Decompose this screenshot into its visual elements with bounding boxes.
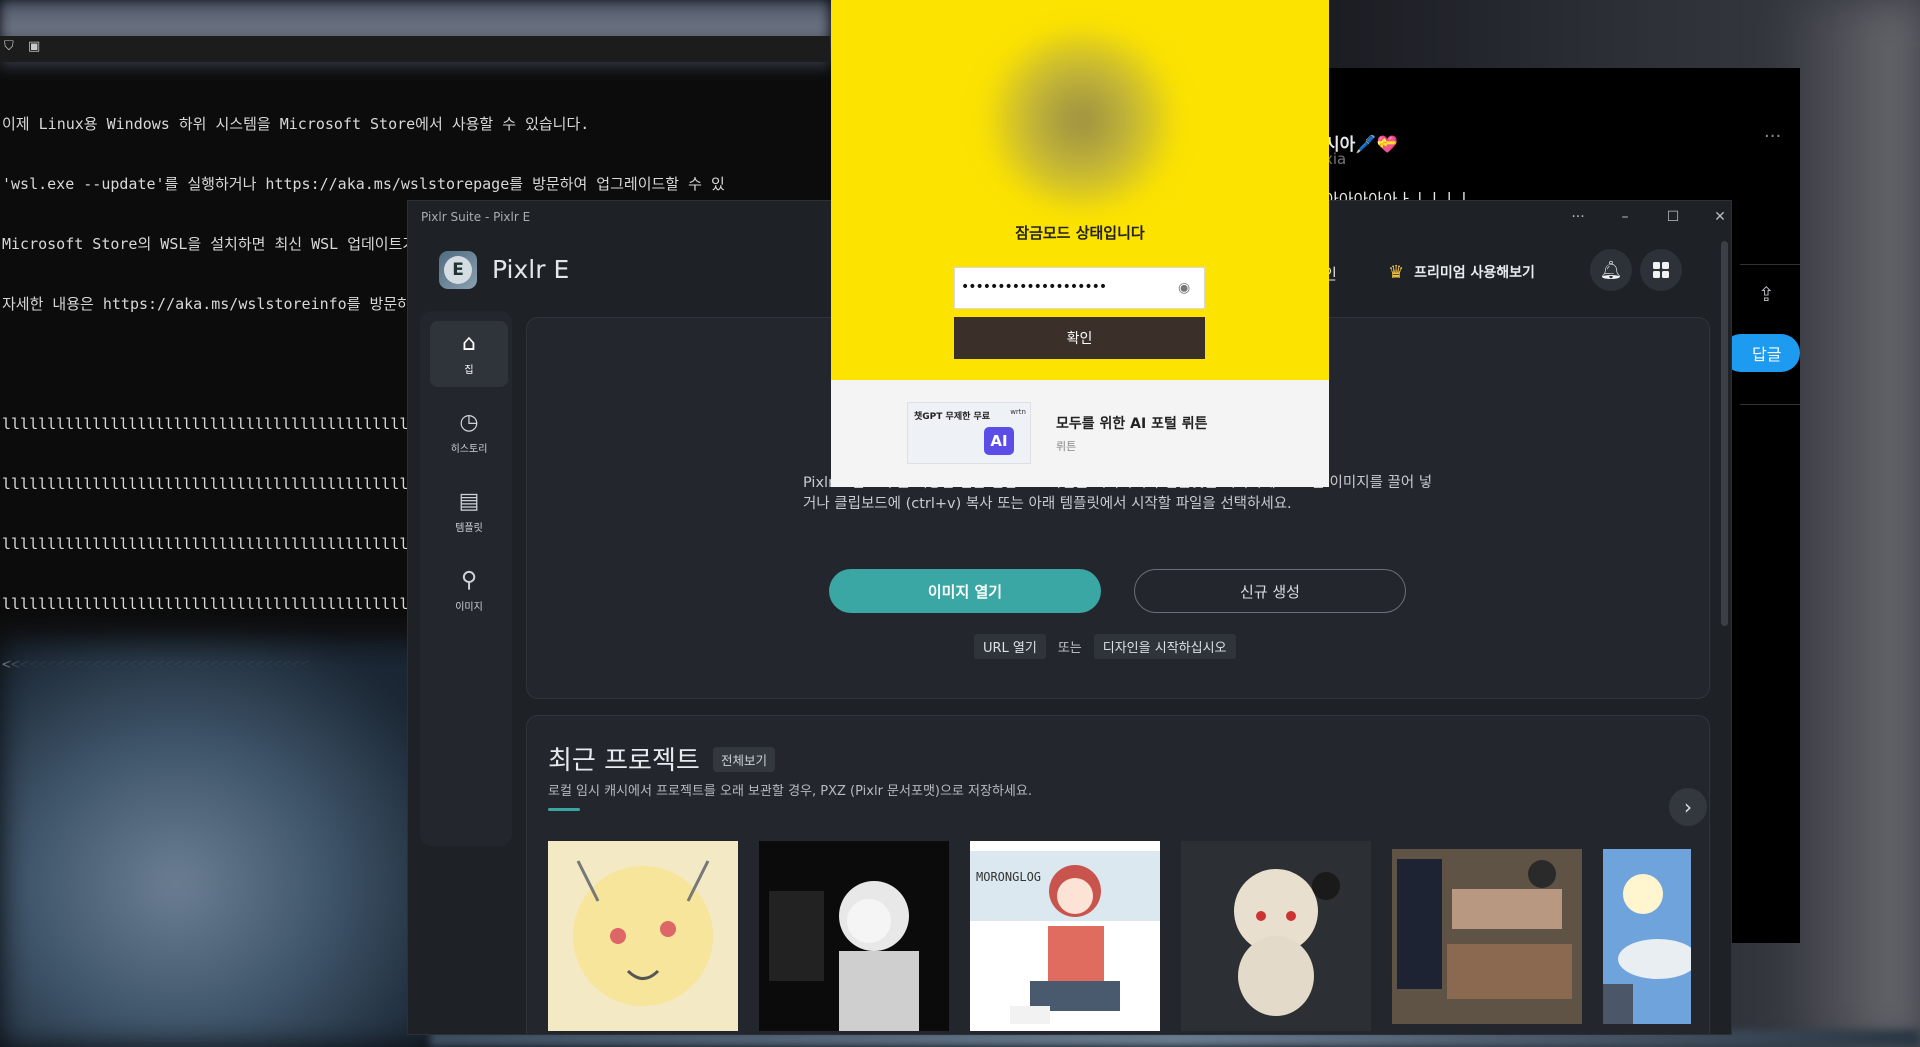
divider bbox=[1740, 264, 1800, 265]
sidebar-item-label: 이미지 bbox=[455, 602, 483, 613]
start-design-link[interactable]: 디자인을 시작하십시오 bbox=[1093, 633, 1236, 659]
svg-text:MORONGLOG: MORONGLOG bbox=[976, 870, 1041, 884]
scrollbar[interactable] bbox=[1721, 241, 1728, 626]
or-label: 또는 bbox=[1057, 640, 1082, 656]
logo-letter: E bbox=[444, 256, 472, 284]
tab-underline bbox=[548, 808, 580, 811]
blurred-avatar bbox=[981, 30, 1181, 210]
open-image-button[interactable]: 이미지 열기 bbox=[829, 569, 1101, 613]
ad-subtitle: 뤼튼 bbox=[1056, 440, 1077, 453]
password-input[interactable]: •••••••••••••••••••• ◉ bbox=[954, 267, 1205, 309]
ai-icon: AI bbox=[984, 427, 1014, 455]
home-icon: ⌂ bbox=[462, 331, 476, 356]
search-icon: ⚲ bbox=[460, 568, 478, 593]
sidebar-item-label: 히스토리 bbox=[450, 444, 488, 455]
apps-grid-icon[interactable] bbox=[1640, 249, 1682, 291]
blurred-desktop-bottom bbox=[0, 640, 440, 1047]
ad-brand: wrtn bbox=[1010, 408, 1026, 416]
upload-icon[interactable]: ⇪ bbox=[1758, 282, 1775, 306]
password-value: •••••••••••••••••••• bbox=[961, 279, 1107, 295]
reply-button[interactable]: 답글 bbox=[1722, 334, 1800, 372]
pixlr-logo[interactable]: E bbox=[439, 251, 477, 289]
thumbnail-image: MORONGLOG bbox=[970, 841, 1160, 1031]
ad-title: 모두를 위한 AI 포털 뤼튼 bbox=[1056, 416, 1208, 432]
ad-banner[interactable]: 챗GPT 무제한 무료 wrtn AI 모두를 위한 AI 포털 뤼튼 뤼튼 bbox=[831, 380, 1329, 487]
app-name: Pixlr E bbox=[492, 255, 570, 284]
window-title: Pixlr Suite - Pixlr E bbox=[421, 210, 531, 224]
project-thumbnail[interactable] bbox=[1181, 841, 1371, 1031]
lock-dialog-header: 잠금모드 상태입니다 •••••••••••••••••••• ◉ 확인 bbox=[831, 0, 1329, 380]
confirm-button[interactable]: 확인 bbox=[954, 317, 1205, 359]
project-thumbnail[interactable] bbox=[759, 841, 949, 1031]
history-icon: ◷ bbox=[459, 410, 479, 435]
terminal-tab-bar: ⛉ ▣ bbox=[0, 36, 830, 62]
more-dots-icon[interactable]: ··· bbox=[1764, 126, 1781, 147]
project-thumbnail[interactable]: MORONGLOG bbox=[970, 841, 1160, 1031]
ad-thumbnail: 챗GPT 무제한 무료 wrtn AI bbox=[907, 402, 1031, 464]
thumbnail-image bbox=[1392, 849, 1582, 1024]
bell-icon[interactable]: 🔔︎ bbox=[1590, 249, 1632, 291]
sidebar-item-label: 집 bbox=[464, 365, 474, 376]
more-icon[interactable]: ··· bbox=[1558, 205, 1598, 229]
url-row: URL 열기 또는 디자인을 시작하십시오 bbox=[974, 633, 1236, 659]
recent-projects-description: 로컬 임시 캐시에서 프로젝트를 오래 보관할 경우, PXZ (Pixlr 문… bbox=[548, 784, 1032, 799]
project-thumbnail[interactable] bbox=[548, 841, 738, 1031]
project-thumbnail[interactable] bbox=[1603, 849, 1691, 1024]
lock-dialog: 잠금모드 상태입니다 •••••••••••••••••••• ◉ 확인 챗GP… bbox=[831, 0, 1329, 487]
chevron-right-icon[interactable]: › bbox=[1669, 788, 1707, 826]
grid-icon bbox=[1653, 262, 1669, 278]
sidebar-item-templates[interactable]: ▤ 템플릿 bbox=[430, 479, 508, 545]
recent-projects-title: 최근 프로젝트 bbox=[548, 746, 700, 776]
sidebar-item-label: 템플릿 bbox=[455, 523, 483, 534]
close-icon[interactable]: ✕ bbox=[1700, 205, 1731, 229]
create-new-button[interactable]: 신규 생성 bbox=[1134, 569, 1406, 613]
crown-icon: ♛ bbox=[1388, 261, 1405, 283]
eye-icon[interactable]: ◉ bbox=[1178, 280, 1194, 296]
sidebar-item-history[interactable]: ◷ 히스토리 bbox=[430, 400, 508, 466]
ad-thumbnail-text: 챗GPT 무제한 무료 bbox=[914, 412, 991, 422]
view-all-button[interactable]: 전체보기 bbox=[713, 747, 776, 772]
terminal-line: 'wsl.exe --update'를 실행하거나 https://aka.ms… bbox=[2, 175, 725, 193]
template-icon: ▤ bbox=[458, 489, 480, 514]
thumbnail-image bbox=[1603, 849, 1691, 1024]
premium-label: 프리미엄 사용해보기 bbox=[1414, 265, 1535, 281]
thumbnail-image bbox=[759, 841, 949, 1031]
sidebar-item-images[interactable]: ⚲ 이미지 bbox=[430, 558, 508, 624]
terminal-line: 이제 Linux용 Windows 하위 시스템을 Microsoft Stor… bbox=[2, 115, 590, 133]
open-url-link[interactable]: URL 열기 bbox=[974, 633, 1046, 659]
maximize-icon[interactable]: ☐ bbox=[1653, 205, 1693, 229]
sidebar-item-home[interactable]: ⌂ 집 bbox=[430, 321, 508, 387]
thumbnail-image bbox=[548, 841, 738, 1031]
thumbnail-image bbox=[1181, 841, 1371, 1031]
shield-icon[interactable]: ⛉ bbox=[4, 40, 18, 54]
sidebar: ⌂ 집 ◷ 히스토리 ▤ 템플릿 ⚲ 이미지 bbox=[420, 311, 512, 846]
recent-projects-panel: 최근 프로젝트 전체보기 로컬 임시 캐시에서 프로젝트를 오래 보관할 경우,… bbox=[526, 715, 1710, 1034]
minimize-icon[interactable]: – bbox=[1605, 205, 1645, 229]
lock-status-text: 잠금모드 상태입니다 bbox=[1015, 224, 1145, 242]
project-thumbnail[interactable] bbox=[1392, 849, 1582, 1024]
divider bbox=[1740, 404, 1800, 405]
terminal-icon[interactable]: ▣ bbox=[28, 40, 42, 54]
premium-button[interactable]: ♛ 프리미엄 사용해보기 bbox=[1388, 259, 1535, 285]
desktop-background-fade bbox=[1780, 0, 1920, 1047]
